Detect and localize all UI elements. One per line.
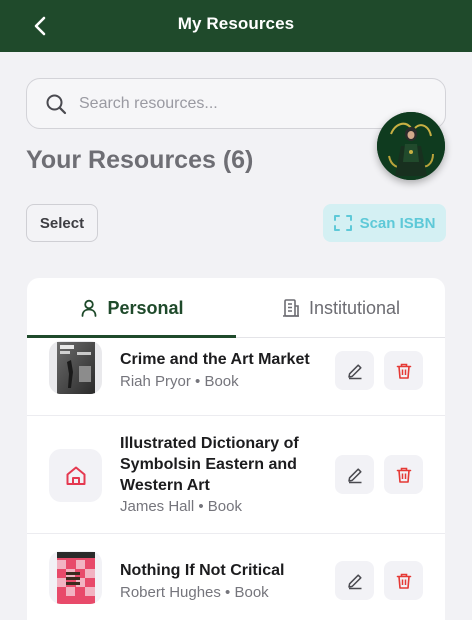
tab-personal[interactable]: Personal [27, 278, 236, 338]
resource-title: Crime and the Art Market [120, 351, 310, 368]
home-icon [66, 466, 85, 485]
resource-title: Illustrated Dictionary of Symbolsin East… [120, 435, 299, 494]
app-header: My Resources [0, 0, 472, 52]
select-button[interactable]: Select [26, 204, 98, 242]
scan-isbn-label: Scan ISBN [359, 214, 436, 232]
scan-icon [333, 215, 352, 231]
tab-personal-label: Personal [107, 297, 184, 318]
edit-button[interactable] [335, 455, 374, 494]
section-title: Your Resources (6) [26, 146, 254, 174]
tab-institutional-label: Institutional [308, 297, 401, 318]
edit-button[interactable] [335, 561, 374, 600]
list-item[interactable]: Nothing If Not Critical Robert Hughes • … [27, 534, 445, 620]
avatar-image [377, 112, 445, 180]
resource-thumbnail [49, 449, 102, 502]
tab-bar: Personal Institutional [27, 278, 445, 338]
search-icon [46, 94, 67, 115]
pencil-icon [347, 363, 362, 379]
user-icon [82, 299, 97, 317]
delete-button[interactable] [384, 561, 423, 600]
book-cover-thumbnail [49, 551, 102, 604]
page-title: My Resources [177, 14, 295, 33]
book-cover-image [56, 551, 95, 604]
pencil-icon [347, 573, 362, 589]
resource-subtitle: James Hall • Book [120, 498, 242, 515]
search-bar[interactable] [26, 78, 446, 129]
edit-button[interactable] [335, 351, 374, 390]
resources-panel: Personal Institutional Crime and the Art… [27, 278, 445, 620]
tab-institutional[interactable]: Institutional [236, 278, 445, 338]
scan-isbn-button[interactable]: Scan ISBN [323, 204, 446, 242]
trash-icon [396, 573, 411, 589]
pencil-icon [347, 467, 362, 483]
avatar[interactable] [377, 112, 445, 180]
search-input[interactable] [79, 91, 399, 117]
list-item[interactable]: Crime and the Art Market Riah Pryor • Bo… [27, 338, 445, 416]
resource-title: Nothing If Not Critical [120, 562, 285, 579]
resource-subtitle: Robert Hughes • Book [120, 584, 269, 601]
building-icon [282, 299, 299, 317]
book-cover-thumbnail [49, 341, 102, 394]
list-item[interactable]: Illustrated Dictionary of Symbolsin East… [27, 416, 445, 534]
trash-icon [396, 363, 411, 379]
resource-subtitle: Riah Pryor • Book [120, 373, 239, 390]
trash-icon [396, 467, 411, 483]
delete-button[interactable] [384, 351, 423, 390]
book-cover-image [56, 341, 95, 394]
delete-button[interactable] [384, 455, 423, 494]
